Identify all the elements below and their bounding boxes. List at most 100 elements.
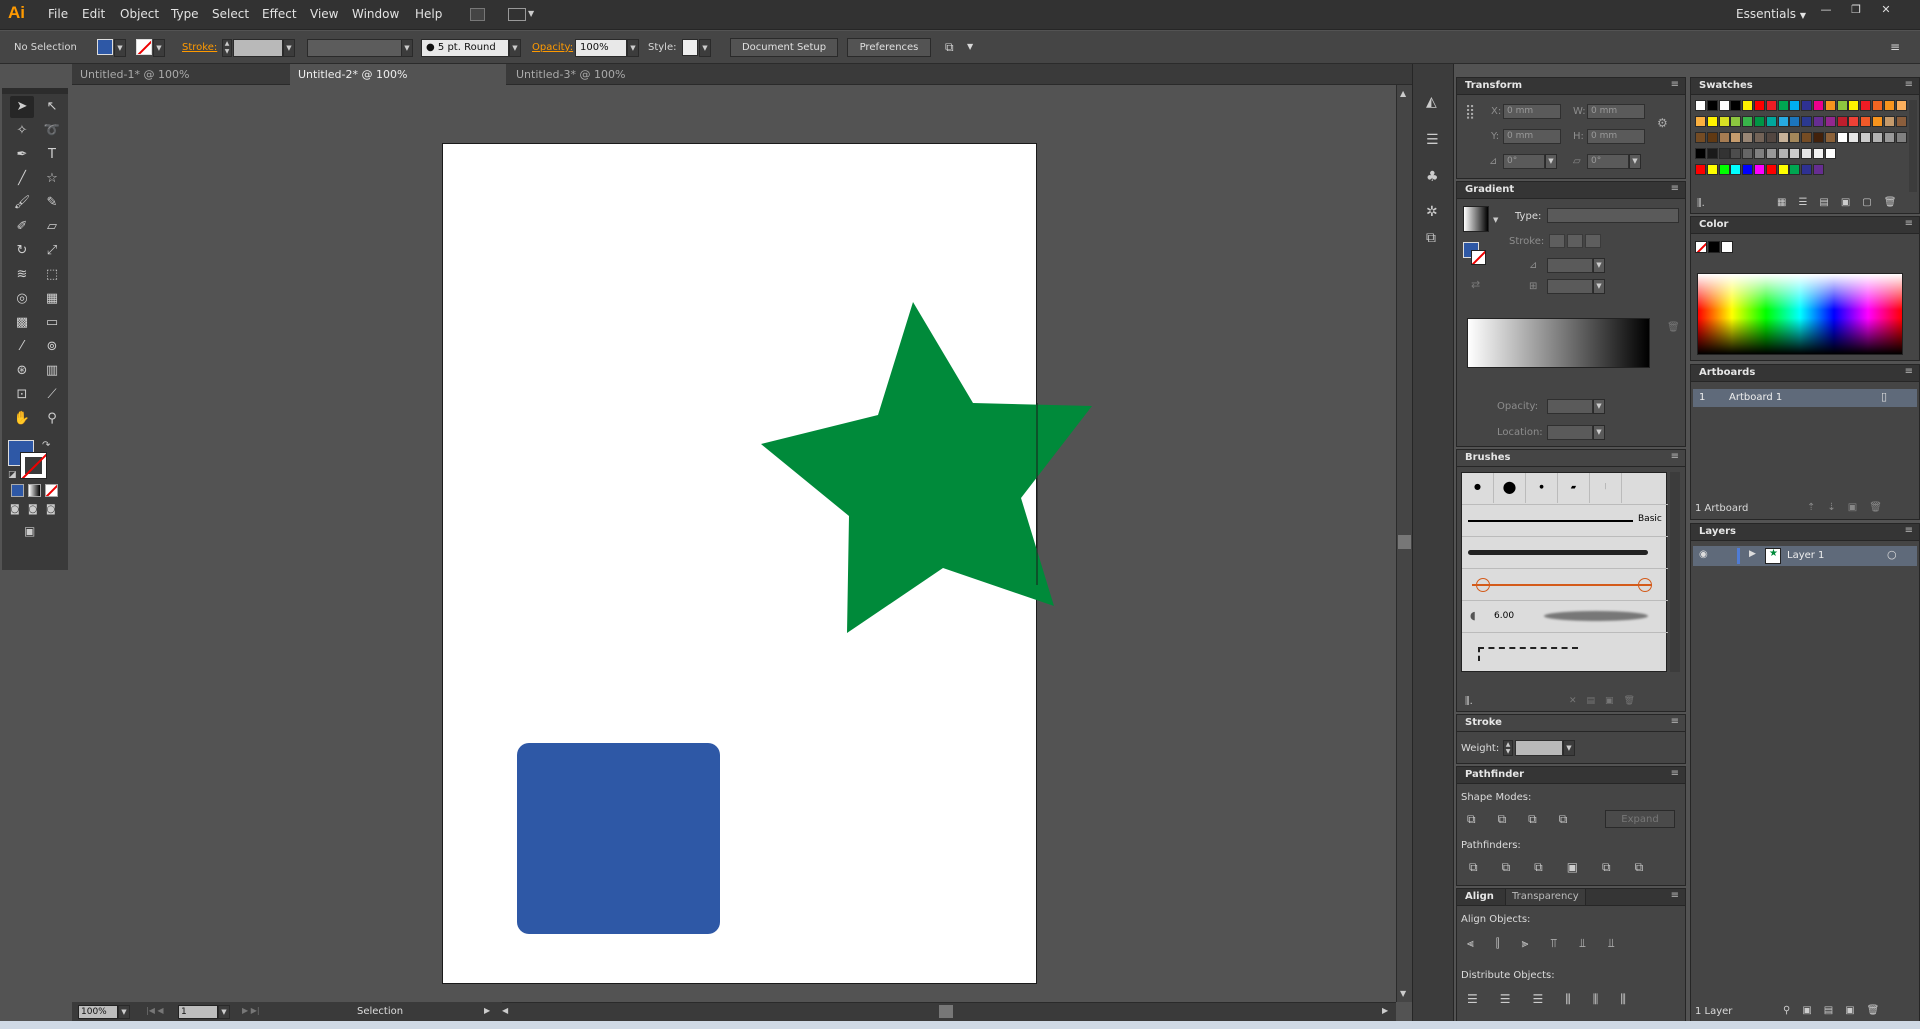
color-swatch[interactable] [1813,132,1824,143]
menu-window[interactable]: Window [352,7,399,21]
star-tool-icon[interactable]: ☆ [40,168,64,190]
color-swatch[interactable] [1836,116,1848,127]
color-swatch[interactable] [1718,164,1730,175]
pen-tool-icon[interactable]: ✒ [10,144,34,166]
tab-align[interactable]: Align [1465,891,1494,902]
stroke-weight-dropdown[interactable]: ▼ [283,39,295,57]
color-swatch[interactable] [1883,132,1895,143]
brush-round-large[interactable]: ● [1494,473,1526,503]
vertical-scrollbar[interactable]: ▲ ▼ [1396,85,1412,1002]
color-swatch[interactable] [1860,100,1872,111]
status-menu-icon[interactable]: ▶ [484,1006,490,1015]
color-swatch[interactable] [1801,100,1813,111]
brush-panel-buttons[interactable]: ✕▤▣🗑 [1569,696,1645,706]
color-swatch[interactable] [1742,100,1754,111]
color-swatch[interactable] [1695,148,1706,159]
color-swatch[interactable] [1789,164,1801,175]
color-swatch[interactable] [1777,132,1789,143]
visibility-eye-icon[interactable]: ◉ [1699,549,1708,560]
navigator-icon[interactable]: ◭ [1426,94,1437,110]
panel-menu-icon[interactable]: ≡ [1671,79,1679,90]
color-swatch[interactable] [1730,116,1742,127]
location-field[interactable] [1547,425,1593,440]
color-swatch[interactable] [1789,100,1801,111]
color-swatch[interactable] [1824,100,1836,111]
artboard-number-field[interactable]: 1 [178,1005,218,1019]
panel-menu-icon[interactable]: ≡ [1905,366,1913,377]
stroke-label[interactable]: Stroke: [182,42,217,53]
color-swatch[interactable] [1813,116,1824,127]
reference-point-icon[interactable]: ⣿ [1465,104,1475,120]
panel-title[interactable]: Brushes [1465,452,1510,463]
stroke-dropdown[interactable]: ▼ [153,39,165,57]
panel-title[interactable]: Transform [1465,80,1522,91]
color-mode-icon[interactable] [11,484,24,497]
menu-help[interactable]: Help [415,7,442,21]
chevron-down-icon[interactable]: ▼ [1493,216,1498,224]
color-swatch[interactable] [1883,116,1895,127]
panel-menu-icon[interactable]: ≡ [1905,525,1913,536]
scroll-right-icon[interactable]: ▶ [1382,1006,1388,1015]
bridge-icon[interactable] [470,8,485,21]
none-color-swatch[interactable] [1695,241,1707,253]
color-swatch[interactable] [1872,116,1883,127]
color-swatch[interactable] [1801,116,1813,127]
color-swatch[interactable] [1848,116,1860,127]
color-swatch[interactable] [1695,116,1706,127]
weight-dropdown[interactable]: ▼ [1563,740,1575,756]
color-swatch[interactable] [1695,100,1706,111]
color-swatch[interactable] [1813,148,1824,159]
hand-tool-icon[interactable]: ✋ [10,408,34,430]
shear-field[interactable]: 0° [1587,154,1629,169]
color-swatch[interactable] [1765,164,1777,175]
color-swatch[interactable] [1824,116,1836,127]
color-swatch[interactable] [1718,132,1730,143]
column-graph-tool-icon[interactable]: ▥ [40,360,64,382]
symbols-icon[interactable]: ♣ [1426,169,1439,185]
color-swatch[interactable] [1801,164,1813,175]
zoom-field[interactable]: 100% [78,1005,118,1019]
color-swatch[interactable] [1754,100,1765,111]
scroll-thumb[interactable] [939,1005,953,1018]
color-swatch[interactable] [1765,148,1777,159]
align-buttons[interactable]: ⫷⫿⫸⫪⫫⫫ [1467,936,1637,951]
default-fill-stroke-icon[interactable]: ◪ [8,470,17,480]
stroke-weight-stepper[interactable]: ▲ ▼ [222,39,232,57]
arrange-documents-icon[interactable] [508,8,526,21]
first-artboard-icon[interactable]: |◀ ◀ [146,1006,164,1015]
swatch-panel-buttons[interactable]: ▦☰▤▣▢🗑 [1777,197,1908,208]
brush-faint[interactable]: | [1590,473,1622,503]
color-swatch[interactable] [1860,116,1872,127]
color-swatch[interactable] [1813,164,1824,175]
location-dropdown[interactable]: ▼ [1593,425,1605,440]
color-swatch[interactable] [1777,116,1789,127]
color-swatch[interactable] [1860,132,1872,143]
style-dropdown[interactable]: ▼ [699,39,711,57]
color-swatch[interactable] [1730,100,1742,111]
none-mode-icon[interactable] [45,484,58,497]
rotate-dropdown[interactable]: ▼ [1545,154,1557,169]
menu-effect[interactable]: Effect [262,7,297,21]
panel-menu-icon[interactable]: ≡ [1905,218,1913,229]
color-swatch[interactable] [1777,100,1789,111]
color-swatch[interactable] [1754,116,1765,127]
color-swatch[interactable] [1789,116,1801,127]
opacity-dropdown[interactable]: ▼ [1593,399,1605,414]
gradient-slider[interactable] [1467,318,1650,368]
color-swatch[interactable] [1883,100,1895,111]
color-swatch[interactable] [1730,132,1742,143]
color-swatch[interactable] [1895,132,1907,143]
brush-charcoal[interactable] [1462,536,1668,568]
tab-untitled-3[interactable]: Untitled-3* @ 100% (CMYK/Preview)× [508,64,724,102]
panel-menu-icon[interactable]: ≡ [1671,183,1679,194]
scroll-thumb[interactable] [1398,535,1411,549]
artboard-name[interactable]: Artboard 1 [1729,392,1782,403]
blob-brush-tool-icon[interactable]: ✐ [10,216,34,238]
color-swatch[interactable] [1895,100,1907,111]
fill-swatch[interactable] [97,39,113,55]
expand-layer-icon[interactable]: ▶ [1749,549,1756,559]
warp-tool-icon[interactable]: ≋ [10,264,34,286]
stroke-weight-field[interactable] [233,39,283,57]
type-select[interactable] [1547,208,1679,223]
aspect-ratio-field[interactable] [1547,279,1593,294]
